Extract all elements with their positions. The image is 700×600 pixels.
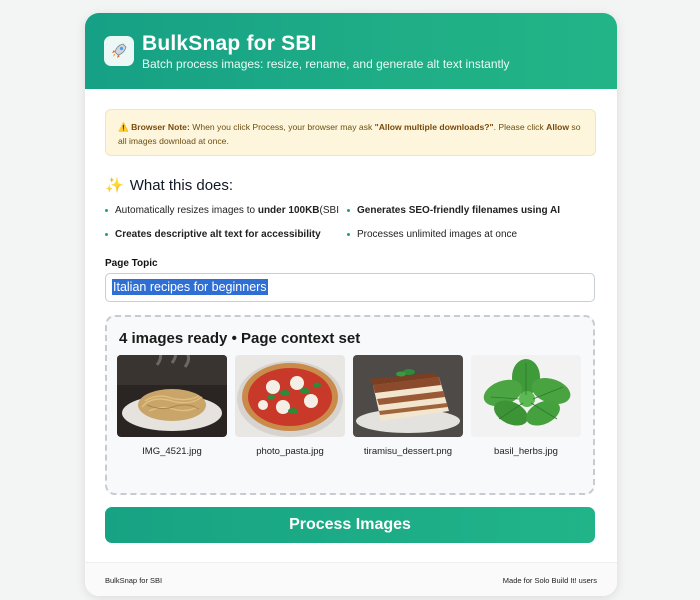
spaghetti-image [117, 355, 227, 437]
feature-item: Creates descriptive alt text for accessi… [105, 229, 321, 240]
feature-text: Automatically resizes images to [115, 205, 256, 216]
note-allow: Allow [546, 122, 570, 132]
process-images-button[interactable]: Process Images [105, 507, 595, 543]
page-topic-label: Page Topic [105, 258, 158, 269]
note-text: When you click Process, your browser may… [189, 122, 375, 132]
app-footer: BulkSnap for SBI Made for Solo Build It!… [85, 562, 617, 596]
footer-left: BulkSnap for SBI [105, 576, 163, 585]
warning-icon: ⚠️ [118, 122, 129, 132]
bullet-icon [105, 209, 108, 212]
tiramisu-image [353, 355, 463, 437]
image-dropzone[interactable]: 4 images ready • Page context set IMG_45… [105, 315, 595, 495]
image-thumbnail[interactable]: IMG_4521.jpg [117, 355, 227, 457]
app-card: BulkSnap for SBI Batch process images: r… [85, 13, 617, 596]
basil-image [471, 355, 581, 437]
bullet-icon [347, 233, 350, 236]
feature-item: Processes unlimited images at once [347, 229, 517, 240]
images-status: 4 images ready • Page context set [119, 330, 361, 347]
note-quote: "Allow multiple downloads?" [374, 122, 494, 132]
feature-bold: under 100KB [257, 205, 320, 216]
bullet-icon [105, 233, 108, 236]
page-topic-input[interactable]: Italian recipes for beginners [105, 273, 595, 302]
image-filename: photo_pasta.jpg [256, 446, 324, 457]
app-subtitle: Batch process images: resize, rename, an… [142, 57, 510, 71]
image-filename: basil_herbs.jpg [494, 446, 558, 457]
image-thumbnail[interactable]: photo_pasta.jpg [235, 355, 345, 457]
page-topic-value: Italian recipes for beginners [112, 279, 268, 295]
features-title: What this does: [129, 176, 234, 194]
feature-item: Generates SEO-friendly filenames using A… [347, 205, 560, 216]
image-thumbnail[interactable]: basil_herbs.jpg [471, 355, 581, 457]
feature-item: Automatically resizes images to under 10… [105, 205, 339, 216]
bullet-icon [347, 209, 350, 212]
app-title: BulkSnap for SBI [142, 32, 317, 55]
sparkles-icon: ✨ [105, 177, 124, 194]
image-filename: tiramisu_dessert.png [363, 446, 453, 457]
feature-text: (SBI [319, 205, 339, 216]
browser-note: ⚠️ Browser Note: When you click Process,… [105, 109, 596, 156]
image-thumbnail[interactable]: tiramisu_dessert.png [353, 355, 463, 457]
feature-text: Creates descriptive alt text for accessi… [115, 229, 321, 240]
pizza-image [235, 355, 345, 437]
footer-right: Made for Solo Build It! users [502, 576, 597, 585]
rocket-icon [104, 36, 134, 66]
features-heading: ✨ What this does: [105, 176, 234, 195]
feature-text: Generates SEO-friendly filenames using A… [357, 205, 561, 216]
app-header: BulkSnap for SBI Batch process images: r… [85, 13, 617, 89]
feature-text: Processes unlimited images at once [357, 229, 518, 240]
note-label: Browser Note: [131, 122, 190, 132]
image-filename: IMG_4521.jpg [142, 446, 202, 457]
note-text: . Please click [493, 122, 547, 132]
